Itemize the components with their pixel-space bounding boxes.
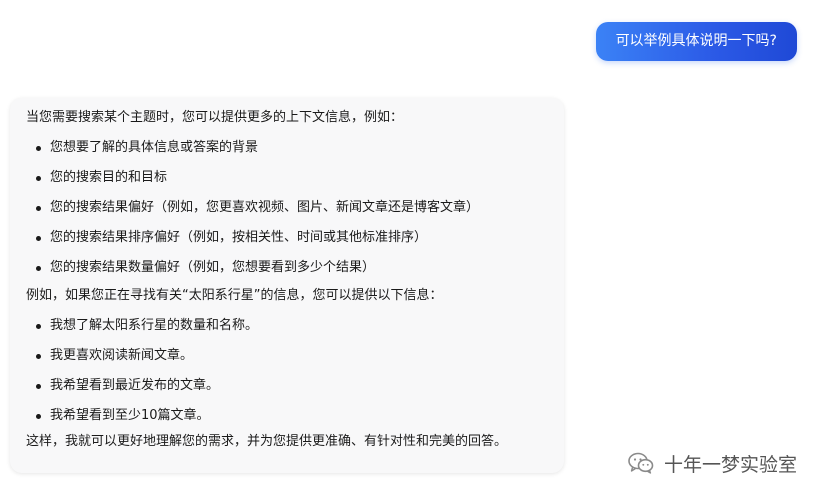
assistant-summary-text: 这样，我就可以更好地理解您的需求，并为您提供更准确、有针对性和完美的回答。 — [26, 434, 508, 449]
list-item: 我希望看到至少10篇文章。 — [36, 407, 554, 425]
list-item: 您的搜索结果偏好（例如，您更喜欢视频、图片、新闻文章还是博客文章） — [36, 199, 554, 217]
list-item: 我更喜欢阅读新闻文章。 — [36, 347, 554, 365]
assistant-example-text: 例如，如果您正在寻找有关“太阳系行星”的信息，您可以提供以下信息： — [26, 288, 443, 303]
list-item: 我希望看到最近发布的文章。 — [36, 377, 554, 395]
user-message-text: 可以举例具体说明一下吗? — [615, 33, 777, 49]
list-item: 您的搜索目的和目标 — [36, 169, 554, 187]
assistant-message-card: 当您需要搜索某个主题时，您可以提供更多的上下文信息，例如： 您想要了解的具体信息… — [10, 98, 564, 473]
context-tips-list: 您想要了解的具体信息或答案的背景 您的搜索目的和目标 您的搜索结果偏好（例如，您… — [26, 139, 554, 277]
assistant-intro-text: 当您需要搜索某个主题时，您可以提供更多的上下文信息，例如： — [26, 110, 404, 125]
list-item: 您的搜索结果数量偏好（例如，您想要看到多少个结果） — [36, 259, 554, 277]
list-item: 您想要了解的具体信息或答案的背景 — [36, 139, 554, 157]
wechat-icon — [628, 452, 654, 474]
chat-page: 可以举例具体说明一下吗? 当您需要搜索某个主题时，您可以提供更多的上下文信息，例… — [0, 0, 829, 498]
list-item: 我想了解太阳系行星的数量和名称。 — [36, 317, 554, 335]
list-item: 您的搜索结果排序偏好（例如，按相关性、时间或其他标准排序） — [36, 229, 554, 247]
watermark-text: 十年一梦实验室 — [664, 453, 798, 476]
watermark: 十年一梦实验室 — [628, 450, 797, 476]
user-message-bubble: 可以举例具体说明一下吗? — [595, 22, 797, 61]
example-info-list: 我想了解太阳系行星的数量和名称。 我更喜欢阅读新闻文章。 我希望看到最近发布的文… — [26, 317, 554, 425]
